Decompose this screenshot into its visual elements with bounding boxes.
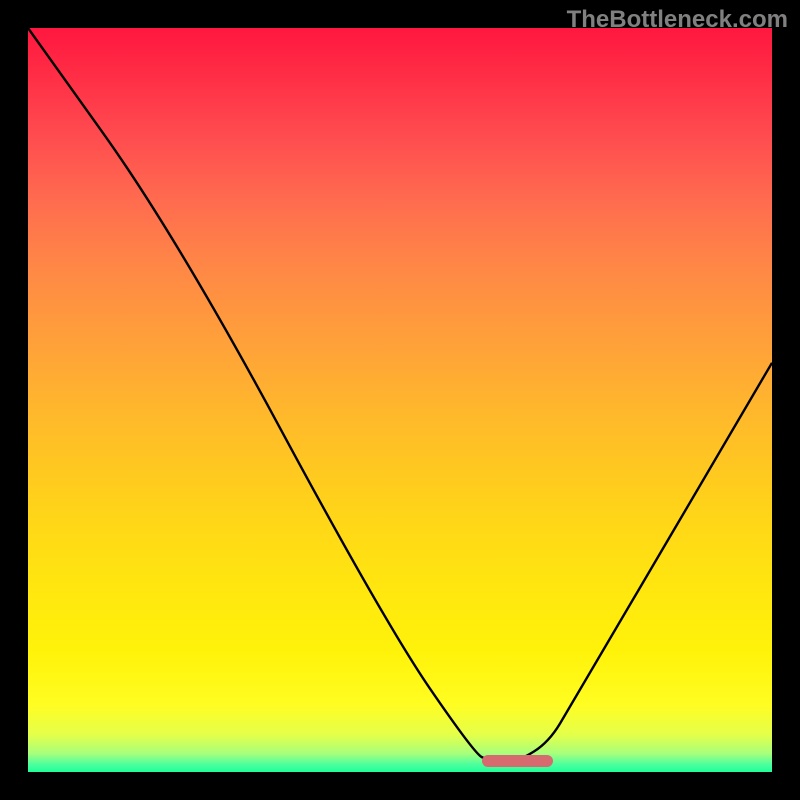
optimal-range-marker: [482, 755, 553, 767]
bottleneck-curve: [28, 28, 772, 772]
watermark-text: TheBottleneck.com: [567, 6, 788, 34]
plot-area: [28, 28, 772, 772]
